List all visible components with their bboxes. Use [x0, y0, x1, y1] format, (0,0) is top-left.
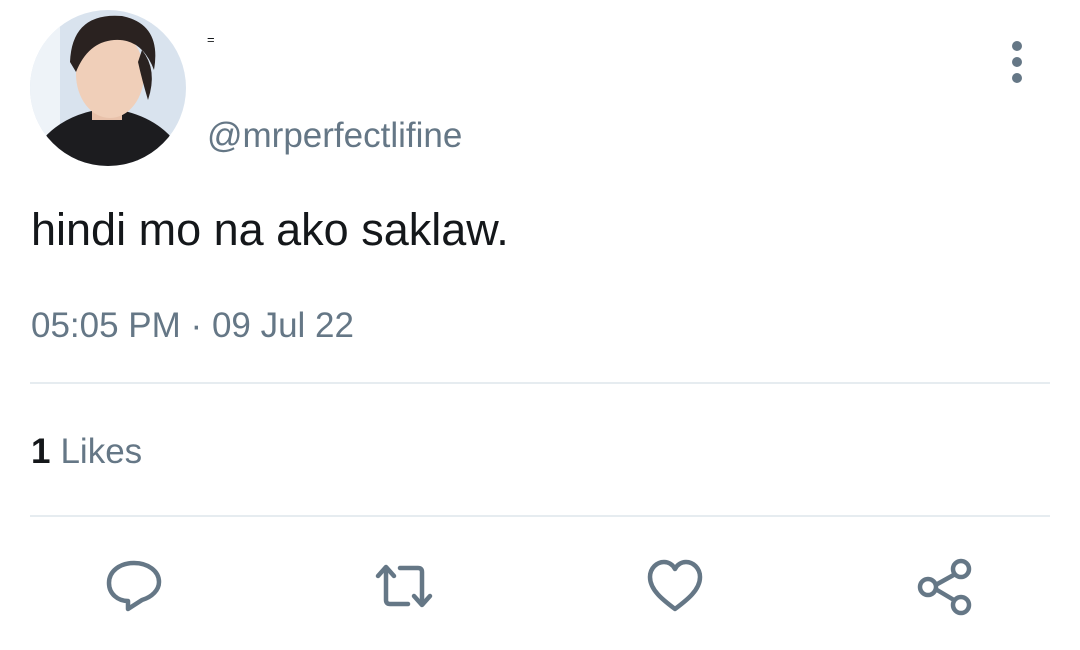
tweet-date: 09 Jul 22: [211, 306, 354, 345]
tweet-time: 05:05 PM: [31, 306, 181, 345]
more-options-icon[interactable]: [1000, 40, 1034, 84]
timestamp-separator: ·: [190, 306, 203, 345]
likes-label: Likes: [60, 432, 143, 471]
dot: [1012, 57, 1022, 67]
like-button[interactable]: [645, 556, 705, 616]
likes-count: 1: [31, 432, 51, 471]
divider: [30, 382, 1050, 384]
likes-stat[interactable]: 1 Likes: [31, 430, 142, 474]
dot: [1012, 73, 1022, 83]
retweet-icon: [375, 564, 433, 608]
reply-button[interactable]: [104, 556, 164, 616]
share-button[interactable]: [915, 556, 975, 616]
share-icon: [917, 558, 972, 616]
avatar[interactable]: [30, 10, 186, 166]
user-handle[interactable]: @mrperfectlifine: [207, 114, 462, 158]
dot: [1012, 41, 1022, 51]
reply-icon: [106, 560, 162, 612]
display-name[interactable]: =: [207, 32, 215, 48]
retweet-button[interactable]: [374, 556, 434, 616]
divider: [30, 515, 1050, 517]
heart-icon: [647, 559, 703, 612]
tweet-text: hindi mo na ako saklaw.: [31, 204, 509, 255]
tweet-timestamp: 05:05 PM · 09 Jul 22: [31, 304, 354, 348]
